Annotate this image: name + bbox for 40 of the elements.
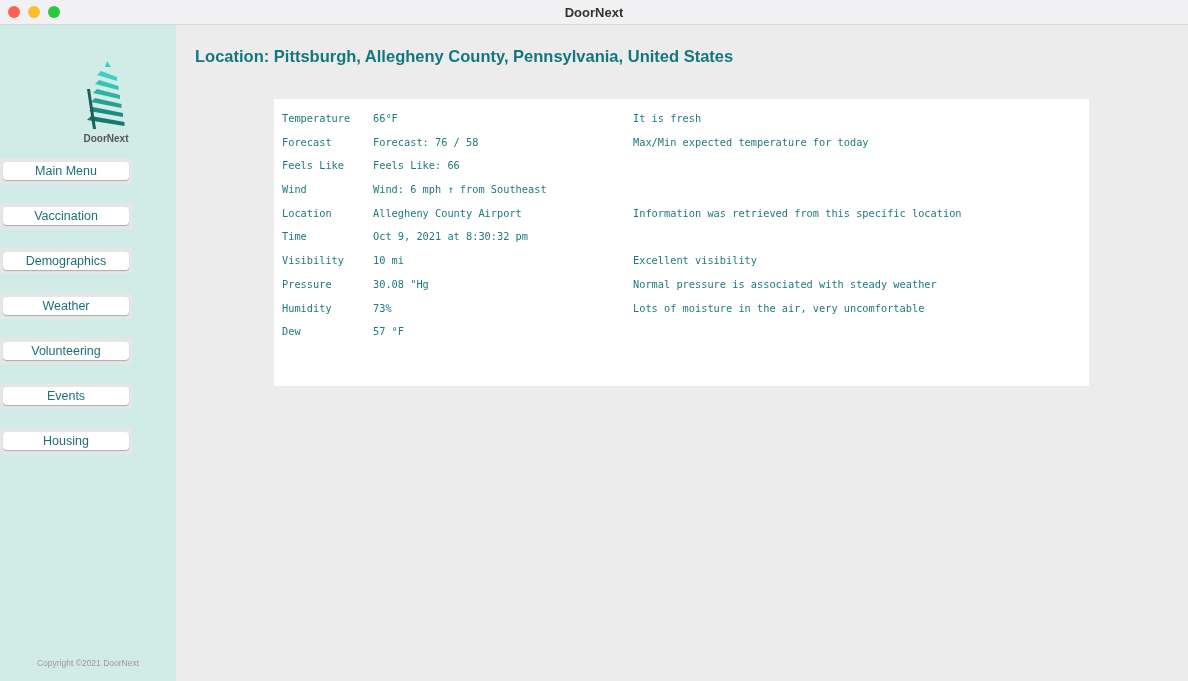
row-value: Oct 9, 2021 at 8:30:32 pm <box>373 229 529 245</box>
window-title: DoorNext <box>564 4 624 20</box>
row-value: 57 °F <box>373 324 405 340</box>
minimize-button[interactable] <box>28 6 40 18</box>
row-value: Wind: 6 mph ↑ from Southeast <box>373 182 548 198</box>
row-note: Excellent visibility <box>633 253 758 269</box>
copyright-text: Copyright ©2021 DoorNext <box>36 658 140 668</box>
nav-button[interactable]: Main Menu <box>3 162 129 180</box>
row-note: It is fresh <box>633 111 703 126</box>
location-heading: Location: Pittsburgh, Allegheny County, Pennsylvania, United States <box>195 47 735 66</box>
nav-button[interactable]: Demographics <box>3 252 129 270</box>
row-label: Location <box>282 205 333 221</box>
row-label: Feels Like <box>282 158 345 174</box>
row-value: 73% <box>373 300 393 316</box>
zoom-button[interactable] <box>48 6 60 18</box>
row-label: Dew <box>282 324 302 340</box>
row-value: 10 mi <box>373 253 405 269</box>
row-label: Wind <box>282 182 308 198</box>
row-label: Time <box>282 229 308 245</box>
row-label: Humidity <box>282 300 333 316</box>
row-note: Lots of moisture in the air, very uncomfortable <box>633 300 926 316</box>
row-value: Allegheny County Airport <box>373 205 523 221</box>
row-value: Feels Like: 66 <box>373 158 461 174</box>
close-button[interactable] <box>8 6 20 18</box>
nav-button[interactable]: Volunteering <box>3 342 129 360</box>
nav-button[interactable]: Housing <box>3 432 129 450</box>
nav-button[interactable]: Events <box>3 387 129 405</box>
nav-button[interactable]: Weather <box>3 297 129 315</box>
row-value: 66°F <box>373 111 399 126</box>
row-value: 30.08 "Hg <box>373 276 430 292</box>
row-note: Max/Min expected temperature for today <box>633 134 870 150</box>
row-label: Pressure <box>282 276 333 292</box>
row-label: Forecast <box>282 134 333 150</box>
row-note: Information was retrieved from this specific location <box>633 205 963 221</box>
nav-button[interactable]: Vaccination <box>3 207 129 225</box>
row-value: Forecast: 76 / 58 <box>373 134 480 150</box>
logo-text: DoorNext <box>83 133 129 144</box>
row-note: Normal pressure is associated with steady weather <box>633 276 938 292</box>
row-label: Temperature <box>282 111 352 126</box>
row-label: Visibility <box>282 253 345 269</box>
